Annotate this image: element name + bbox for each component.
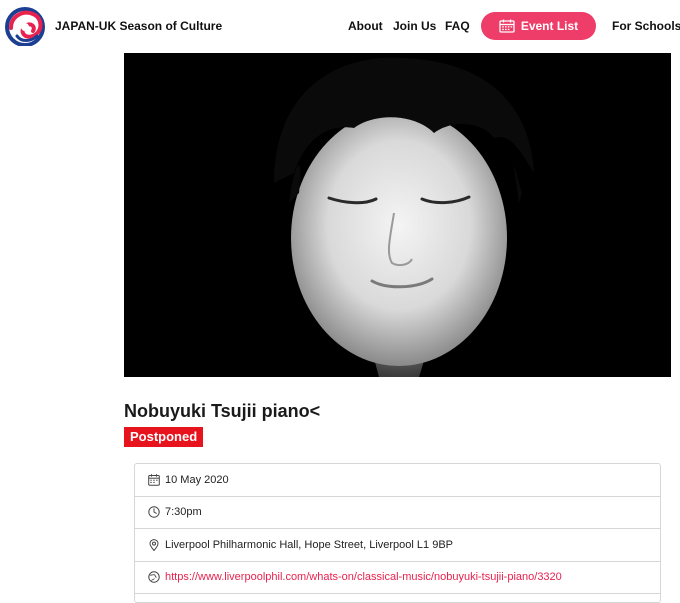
event-time: 7:30pm (165, 506, 202, 519)
calendar-icon (148, 474, 160, 486)
nav-faq-link[interactable]: FAQ (445, 19, 470, 33)
nav-about-link[interactable]: About (348, 19, 383, 33)
site-logo-icon[interactable] (3, 6, 47, 46)
event-list-label: Event List (520, 19, 579, 33)
event-venue-row: Liverpool Philharmonic Hall, Hope Street… (135, 529, 660, 562)
globe-icon (148, 571, 160, 583)
event-time-row: 7:30pm (135, 497, 660, 529)
event-date-row: 10 May 2020 (135, 464, 660, 497)
calendar-icon (499, 19, 515, 33)
event-details-box: 10 May 2020 7:30pm Liverpool Philharmoni… (134, 463, 661, 603)
status-badge: Postponed (124, 427, 204, 447)
site-header: JAPAN-UK Season of Culture About Join Us… (0, 0, 680, 53)
nav-join-us-link[interactable]: Join Us (393, 19, 436, 33)
event-website-row: https://www.liverpoolphil.com/whats-on/c… (135, 562, 660, 594)
site-title[interactable]: JAPAN-UK Season of Culture (55, 19, 222, 33)
event-list-button[interactable]: Event List (481, 12, 596, 40)
event-date: 10 May 2020 (165, 473, 229, 486)
event-venue: Liverpool Philharmonic Hall, Hope Street… (165, 538, 453, 551)
map-pin-icon (149, 538, 159, 551)
event-website-link[interactable]: https://www.liverpoolphil.com/whats-on/c… (165, 571, 562, 583)
event-hero-image (124, 53, 671, 377)
nav-for-schools-link[interactable]: For Schools (612, 19, 680, 33)
clock-icon (148, 506, 160, 518)
portrait-photo (124, 53, 671, 377)
event-title: Nobuyuki Tsujii piano< (124, 401, 321, 421)
